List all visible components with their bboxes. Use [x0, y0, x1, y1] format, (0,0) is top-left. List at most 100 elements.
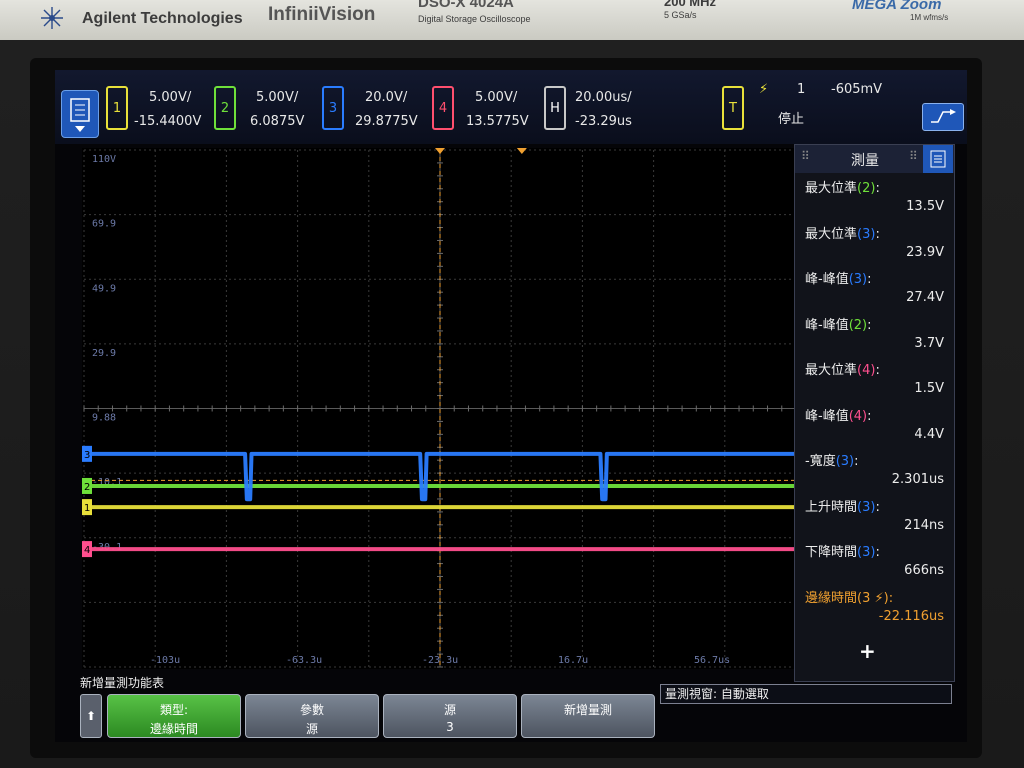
horizontal-scale: 20.00us/ [575, 90, 632, 105]
measurement-value: 2.301us [891, 472, 944, 487]
x-tick-label: 16.7u [558, 655, 588, 666]
y-tick-label: 110V [92, 154, 116, 165]
measurement-name[interactable]: 最大位準(4): [805, 359, 880, 378]
y-tick-label: 9.88 [92, 413, 116, 424]
measurement-colon: : [875, 181, 880, 196]
auto-scale-button[interactable] [922, 103, 964, 131]
channel-2-badge[interactable]: 2 [214, 86, 236, 130]
measurement-value: -22.116us [878, 608, 944, 624]
measurement-value: 1.5V [914, 381, 944, 396]
company-name: Agilent Technologies [82, 10, 243, 27]
softkey-label: 源 [443, 703, 456, 717]
softkey-label: 新增量測 [563, 703, 612, 717]
channel-ground-label-2: 2 [84, 482, 90, 493]
measurement-label: 上升時間 [805, 499, 858, 515]
softkey-value: 3 [446, 720, 454, 734]
channel-4-badge[interactable]: 4 [432, 86, 454, 130]
channel-header: 1 5.00V/ -15.4400V 2 5.00V/ 6.0875V 3 20… [55, 70, 967, 144]
softkey-3[interactable]: 源3 [383, 694, 517, 738]
main-menu-button[interactable] [61, 90, 99, 138]
channel-3-scale: 20.0V/ [365, 90, 408, 105]
measurement-name[interactable]: 最大位準(2): [805, 177, 880, 196]
softkey-value: 邊緣時間 [149, 722, 198, 736]
measurement-channel: (3 ⚡) [857, 590, 889, 606]
measurement-name[interactable]: 最大位準(3): [805, 223, 880, 242]
softkey-2[interactable]: 參數源 [245, 694, 379, 738]
megazoom-sub: 1M wfms/s [910, 13, 949, 22]
sample-rate-label: 5 GSa/s [664, 10, 697, 20]
product-line: InfiniiVision [268, 4, 376, 25]
x-tick-label: -63.3u [286, 655, 322, 666]
softkey-value: 源 [305, 722, 318, 736]
measurement-name[interactable]: 上升時間(3): [805, 496, 880, 515]
channel-2-offset: 6.0875V [250, 114, 305, 129]
trigger-time-marker-icon [435, 148, 445, 154]
add-measurement-icon[interactable]: + [859, 639, 876, 663]
measurement-name[interactable]: 峰-峰值(2): [805, 314, 872, 333]
measurement-window-status: 量測視窗: 自動選取 [660, 684, 952, 704]
measurement-value: 214ns [904, 517, 944, 533]
measurement-channel: (4) [848, 408, 868, 424]
measurement-name[interactable]: 峰-峰值(4): [805, 405, 872, 424]
measurement-name[interactable]: 邊緣時間(3 ⚡): [805, 587, 893, 606]
agilent-spark-logo-icon [41, 7, 63, 29]
channel-3-badge[interactable]: 3 [322, 86, 344, 130]
softkey-4[interactable]: 新增量測 [521, 694, 655, 738]
trigger-badge[interactable]: T [722, 86, 744, 130]
measurement-value: 13.5V [906, 199, 944, 214]
measurement-label: 峰-峰值 [805, 408, 849, 424]
measurement-label: 邊緣時間 [805, 590, 858, 606]
horizontal-badge[interactable]: H [544, 86, 566, 130]
channel-1-badge[interactable]: 1 [106, 86, 128, 130]
measurement-colon: : [854, 454, 859, 469]
list-icon [930, 150, 946, 168]
measurement-channel: (3) [835, 454, 855, 469]
delay-marker-icon [516, 148, 527, 154]
measurement-colon: : [875, 226, 880, 242]
trigger-source: 1 [797, 82, 806, 97]
measurement-name[interactable]: 峰-峰值(3): [805, 268, 872, 287]
measurement-value: 27.4V [906, 290, 944, 305]
measurement-colon: : [875, 499, 880, 515]
measurement-value: 23.9V [906, 244, 944, 260]
waveform-chart: 110V69.949.929.99.88-10.1-30.1-103u -63.3… [82, 148, 797, 668]
softkey-label: 類型: [159, 703, 189, 717]
softkey-label: 參數 [299, 703, 324, 717]
trigger-level: -605mV [831, 82, 883, 97]
measurement-value: 3.7V [914, 335, 944, 351]
sidebar-title: 測量 [851, 153, 879, 169]
channel-3-offset: 29.8775V [355, 114, 418, 129]
measurement-channel: (4) [857, 363, 876, 378]
drag-handle-icon[interactable]: ⠿ [909, 149, 918, 163]
measurement-label: 峰-峰值 [805, 272, 849, 287]
sidebar-menu-button[interactable] [923, 145, 953, 173]
channel-1-scale: 5.00V/ [149, 90, 192, 105]
measurement-name[interactable]: -寬度(3): [805, 450, 859, 469]
channel-4-offset: 13.5775V [466, 114, 529, 129]
drag-handle-icon[interactable]: ⠿ [801, 149, 810, 163]
channel-4-scale: 5.00V/ [475, 90, 518, 105]
measurement-channel: (3) [848, 272, 868, 287]
waveform-display[interactable]: 110V 69.9 49.9 29.9 9.88 -10.1 -30.1 -103u -63.3… [82, 148, 798, 669]
measurement-colon: : [888, 590, 894, 606]
megazoom-logo: MEGA Zoom [852, 0, 942, 13]
channel-1-offset: -15.4400V [134, 114, 202, 129]
measurement-sidebar: ⠿ 測量 ⠿ 最大位準(2): 13.5V 最大位準(3): 23.9V 峰-峰值(3)… [794, 144, 955, 682]
measurement-label: 最大位準 [805, 363, 858, 378]
measurement-channel: (3) [857, 226, 876, 242]
softkey-back-button[interactable]: ⬆ [80, 694, 102, 738]
waveform-scale-icon [931, 109, 956, 123]
channel-ground-label-1: 1 [84, 503, 90, 514]
softkey-1[interactable]: 類型: 邊緣時間 [107, 694, 241, 738]
trigger-edge-icon: ⚡ [759, 82, 769, 97]
measurement-colon: : [867, 408, 872, 424]
measurement-channel: (2) [848, 317, 868, 333]
measurement-colon: : [867, 272, 872, 287]
y-tick-label: 69.9 [92, 219, 116, 230]
waveform-channel-3 [91, 451, 796, 502]
measurement-name[interactable]: 下降時間(3): [805, 541, 880, 560]
channel-ground-label-3: 3 [84, 450, 90, 461]
channel-ground-label-4: 4 [84, 545, 90, 556]
softkey-bar: 新增量測功能表 量測視窗: 自動選取 ⬆ 類型: 邊緣時間 參數源源 3 新增量測 [80, 674, 952, 738]
model-name: DSO-X 4024A [418, 0, 514, 11]
